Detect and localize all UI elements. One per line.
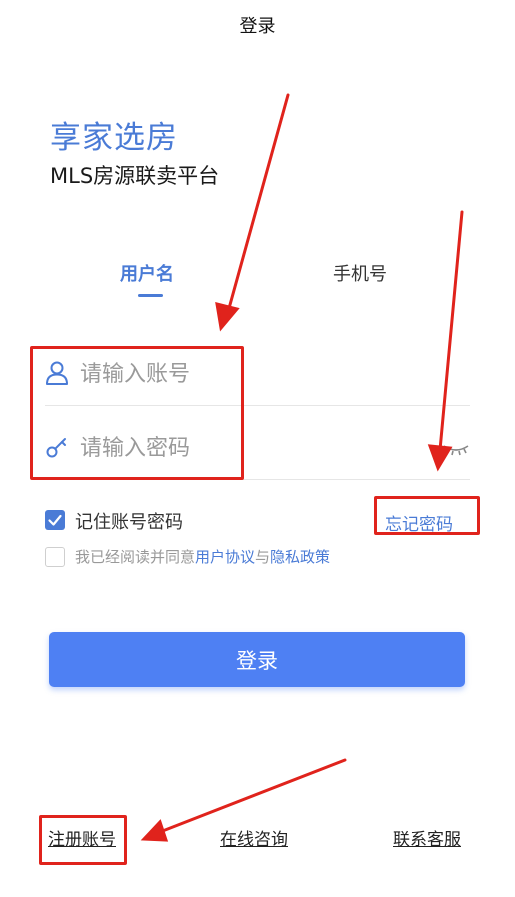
annotation-box-register [39,815,127,865]
online-consult-link[interactable]: 在线咨询 [220,825,288,850]
agreement-and: 与 [255,548,271,566]
annotation-arrow [438,210,464,452]
agreement-checkbox[interactable] [45,547,65,567]
tab-username[interactable]: 用户名 [120,260,174,286]
privacy-policy-link[interactable]: 隐私政策 [270,548,330,566]
annotation-arrowhead [215,301,240,332]
tab-phone[interactable]: 手机号 [333,260,387,286]
user-agreement-link[interactable]: 用户协议 [195,548,255,566]
active-tab-indicator [138,294,163,297]
annotation-arrow [158,758,347,834]
brand-title: 享家选房 [50,120,178,156]
annotation-arrowhead [140,819,169,842]
checkmark-icon [48,514,62,526]
annotation-arrow [226,93,290,314]
login-button[interactable]: 登录 [49,632,465,687]
brand-subtitle: MLS房源联卖平台 [50,164,220,188]
agreement-text: 我已经阅读并同意用户协议与隐私政策 [75,546,330,567]
contact-service-link[interactable]: 联系客服 [393,825,461,850]
eye-closed-icon[interactable] [442,442,470,458]
page-title: 登录 [239,16,276,37]
annotation-box-forgot [374,496,480,535]
annotation-box-credentials [30,346,244,480]
remember-label: 记住账号密码 [75,512,183,533]
agreement-prefix: 我已经阅读并同意 [75,548,196,566]
remember-checkbox[interactable] [45,510,65,530]
